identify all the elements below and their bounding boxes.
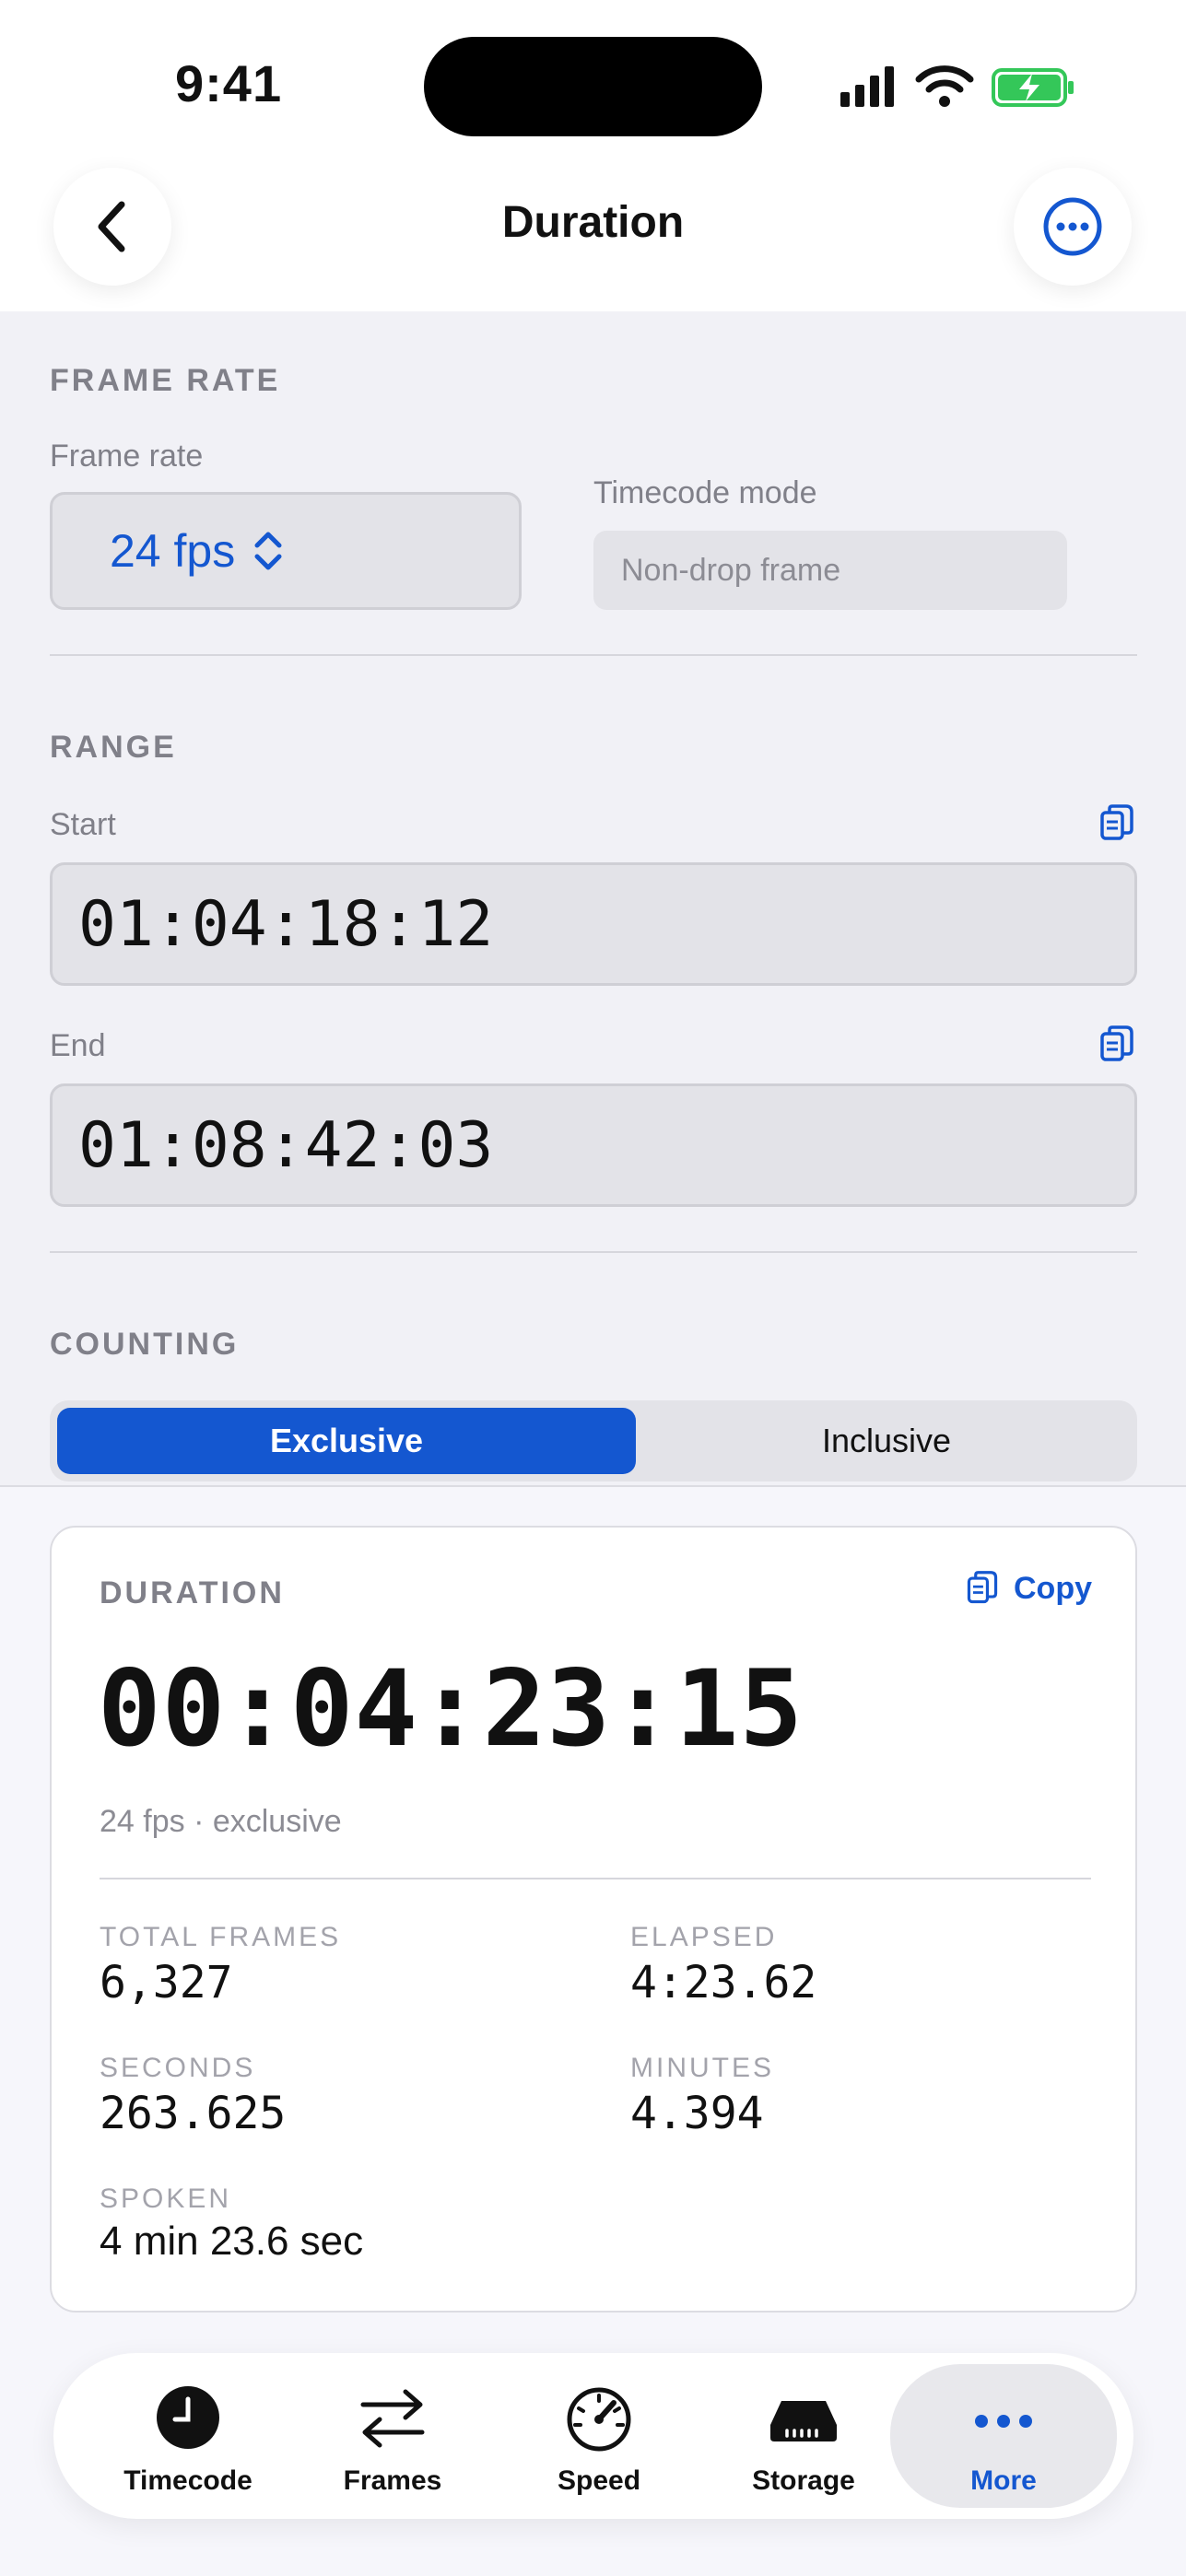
tab-storage[interactable]: Storage [702, 2353, 905, 2519]
copy-button[interactable]: Copy [964, 1568, 1092, 1609]
duration-result-card: DURATION Copy 00:04:23:15 24 fps · exclu… [50, 1526, 1137, 2313]
total-frames-value: 6,327 [100, 1957, 233, 2008]
start-label: Start [50, 807, 116, 842]
tab-more[interactable]: More [890, 2364, 1117, 2508]
tab-bar: Timecode Frames Speed Storage More [53, 2353, 1133, 2519]
card-divider [100, 1878, 1091, 1879]
copy-icon [967, 1571, 998, 1604]
copy-label: Copy [1014, 1570, 1092, 1606]
elapsed-label: ELAPSED [630, 1922, 778, 1952]
range-section-label: RANGE [50, 730, 177, 765]
end-timecode-input[interactable]: 01:08:42:03 [50, 1083, 1137, 1207]
page-title: Duration [501, 198, 685, 247]
tab-timecode[interactable]: Timecode [87, 2353, 289, 2519]
minutes-value: 4.394 [630, 2088, 764, 2139]
copy-end-icon[interactable] [1097, 1025, 1137, 1065]
tab-speed[interactable]: Speed [498, 2353, 700, 2519]
tab-label: Speed [557, 2465, 641, 2496]
chevron-up-down-icon [254, 532, 282, 570]
duration-timecode: 00:04:23:15 [98, 1647, 804, 1770]
counting-section-label: COUNTING [50, 1327, 240, 1362]
timecode-mode-field[interactable]: Non-drop frame [593, 531, 1067, 610]
frame-rate-section-label: FRAME RATE [50, 363, 281, 398]
minutes-label: MINUTES [630, 2053, 774, 2083]
signal-icon [840, 66, 894, 107]
divider [50, 1251, 1137, 1253]
segment-exclusive[interactable]: Exclusive [57, 1408, 636, 1474]
elapsed-value: 4:23.62 [630, 1957, 817, 2008]
speedometer-icon [567, 2387, 631, 2452]
tab-label: More [970, 2465, 1037, 2496]
more-options-button[interactable] [1014, 168, 1132, 286]
dynamic-island [424, 37, 762, 136]
seconds-value: 263.625 [100, 2088, 287, 2139]
segment-inclusive[interactable]: Inclusive [643, 1408, 1130, 1474]
tab-label: Frames [343, 2465, 442, 2496]
ellipsis-circle-icon [1043, 197, 1102, 256]
start-timecode-input[interactable]: 01:04:18:12 [50, 862, 1137, 986]
battery-icon [992, 68, 1074, 107]
status-time: 9:41 [175, 54, 283, 112]
frame-rate-label: Frame rate [50, 439, 204, 474]
tab-label: Storage [752, 2465, 855, 2496]
frame-rate-value: 24 fps [110, 525, 236, 577]
seconds-label: SECONDS [100, 2053, 256, 2083]
top-header-area: 9:41 Duration [0, 0, 1186, 311]
drive-icon [770, 2401, 837, 2441]
copy-start-icon[interactable] [1097, 803, 1137, 844]
duration-subtitle: 24 fps · exclusive [100, 1804, 342, 1839]
frame-rate-select[interactable]: 24 fps [50, 492, 522, 610]
clock-icon [157, 2386, 219, 2449]
status-icons [840, 65, 1074, 107]
divider [50, 654, 1137, 656]
wifi-icon [915, 65, 974, 107]
duration-label: DURATION [100, 1575, 285, 1610]
timecode-mode-label: Timecode mode [593, 475, 817, 510]
end-label: End [50, 1028, 106, 1063]
ellipsis-icon [975, 2415, 1032, 2428]
spoken-value: 4 min 23.6 sec [100, 2219, 364, 2264]
spoken-label: SPOKEN [100, 2184, 232, 2214]
tab-label: Timecode [123, 2465, 252, 2496]
tab-frames[interactable]: Frames [291, 2353, 494, 2519]
counting-segmented-control: Exclusive Inclusive [50, 1400, 1137, 1481]
total-frames-label: TOTAL FRAMES [100, 1922, 342, 1952]
arrows-left-right-icon [360, 2389, 425, 2448]
